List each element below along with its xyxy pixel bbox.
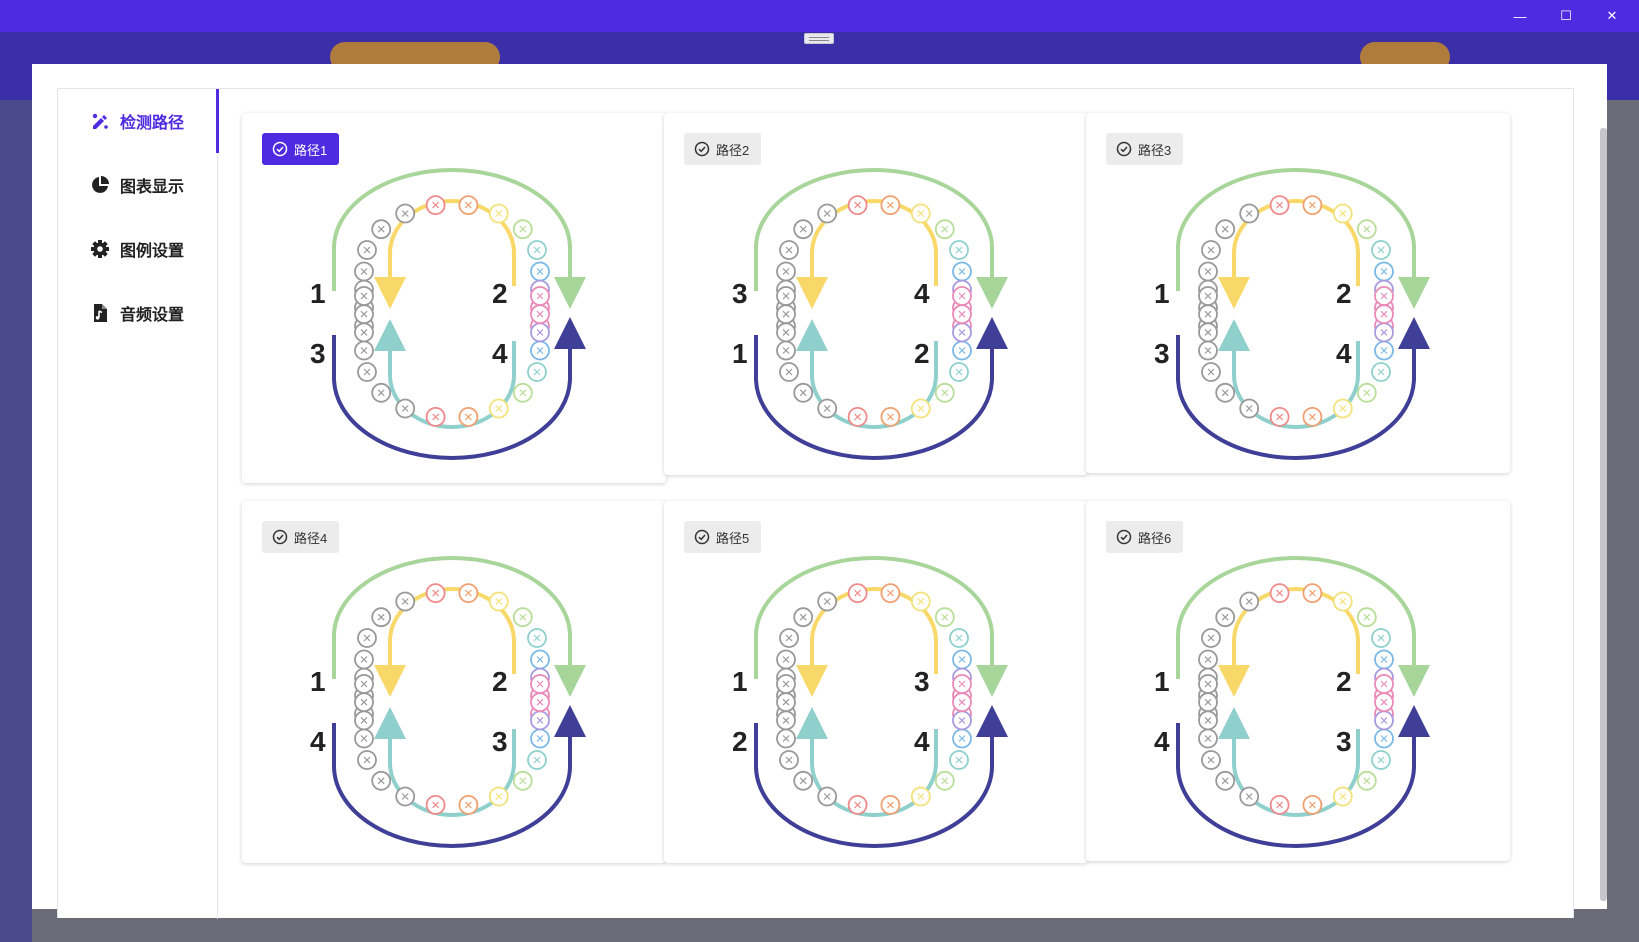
- dental-arch-diagram: 1 2 3 4: [310, 168, 586, 460]
- path-card[interactable]: 路径5 1 3 2 4: [664, 501, 1088, 863]
- path-edit-icon: [90, 111, 110, 131]
- path-step-lower-right: 3: [492, 726, 508, 757]
- check-circle-icon: [694, 141, 710, 157]
- path-step-lower-right: 4: [914, 726, 930, 757]
- path-card[interactable]: 路径1 1 2 3 4: [242, 113, 666, 483]
- sidebar-item-label: 图例设置: [120, 243, 185, 260]
- path-step-upper-left: 3: [732, 278, 748, 309]
- path-step-upper-left: 1: [732, 666, 748, 697]
- check-circle-icon: [272, 529, 288, 545]
- path-step-lower-left: 4: [1154, 726, 1170, 757]
- path-step-lower-left: 3: [310, 338, 326, 369]
- dental-arch-diagram: 1 2 3 4: [1154, 168, 1430, 460]
- path-step-upper-left: 1: [310, 666, 326, 697]
- title-bar: — ☐ ✕: [0, 0, 1639, 32]
- path-step-upper-right: 2: [492, 278, 508, 309]
- dental-arch-diagram: 1 2 4 3: [1154, 556, 1430, 848]
- path-step-lower-right: 4: [492, 338, 508, 369]
- sidebar-item-audio-settings[interactable]: 音频设置: [58, 281, 218, 345]
- path-step-upper-left: 1: [1154, 278, 1170, 309]
- path-step-upper-right: 2: [1336, 666, 1352, 697]
- background-sidebar: [0, 100, 32, 942]
- sidebar: 检测路径 图表显示 图例设置 音频设置: [58, 89, 219, 919]
- drag-handle[interactable]: [804, 33, 834, 44]
- path-card[interactable]: 路径3 1 2 3 4: [1086, 113, 1510, 473]
- check-circle-icon: [1116, 529, 1132, 545]
- path-step-lower-left: 3: [1154, 338, 1170, 369]
- check-circle-icon: [1116, 141, 1132, 157]
- path-step-lower-left: 2: [732, 726, 748, 757]
- sidebar-item-label: 图表显示: [120, 179, 185, 196]
- path-step-lower-left: 1: [732, 338, 748, 369]
- close-button[interactable]: ✕: [1589, 0, 1635, 32]
- check-circle-icon: [694, 529, 710, 545]
- path-step-lower-left: 4: [310, 726, 326, 757]
- path-step-upper-right: 2: [1336, 278, 1352, 309]
- sidebar-item-detection-path[interactable]: 检测路径: [58, 89, 219, 153]
- path-step-lower-right: 3: [1336, 726, 1352, 757]
- maximize-button[interactable]: ☐: [1543, 0, 1589, 32]
- sidebar-item-chart-display[interactable]: 图表显示: [58, 153, 218, 217]
- path-step-upper-right: 3: [914, 666, 930, 697]
- minimize-button[interactable]: —: [1497, 0, 1543, 32]
- dental-arch-diagram: 1 2 4 3: [310, 556, 586, 848]
- pie-chart-icon: [90, 175, 110, 195]
- sidebar-item-legend-settings[interactable]: 图例设置: [58, 217, 218, 281]
- path-step-upper-left: 1: [310, 278, 326, 309]
- check-circle-icon: [272, 141, 288, 157]
- path-step-upper-right: 4: [914, 278, 930, 309]
- sidebar-item-label: 音频设置: [120, 307, 185, 324]
- audio-file-icon: [90, 303, 110, 323]
- path-card[interactable]: 路径6 1 2 4 3: [1086, 501, 1510, 861]
- path-step-upper-left: 1: [1154, 666, 1170, 697]
- path-card[interactable]: 路径2 3 4 1 2: [664, 113, 1088, 475]
- dental-arch-diagram: 1 3 2 4: [732, 556, 1008, 848]
- path-step-lower-right: 4: [1336, 338, 1352, 369]
- path-step-upper-right: 2: [492, 666, 508, 697]
- settings-panel: 检测路径 图表显示 图例设置 音频设置 路径1 1 2 3 4 路径2 3 4 …: [57, 88, 1574, 919]
- dental-arch-diagram: 3 4 1 2: [732, 168, 1008, 460]
- scrollbar[interactable]: [1600, 128, 1607, 901]
- sidebar-item-label: 检测路径: [120, 115, 185, 132]
- gear-icon: [90, 239, 110, 259]
- path-step-lower-right: 2: [914, 338, 930, 369]
- path-card[interactable]: 路径4 1 2 4 3: [242, 501, 666, 863]
- settings-dialog: 检测路径 图表显示 图例设置 音频设置 路径1 1 2 3 4 路径2 3 4 …: [32, 64, 1607, 919]
